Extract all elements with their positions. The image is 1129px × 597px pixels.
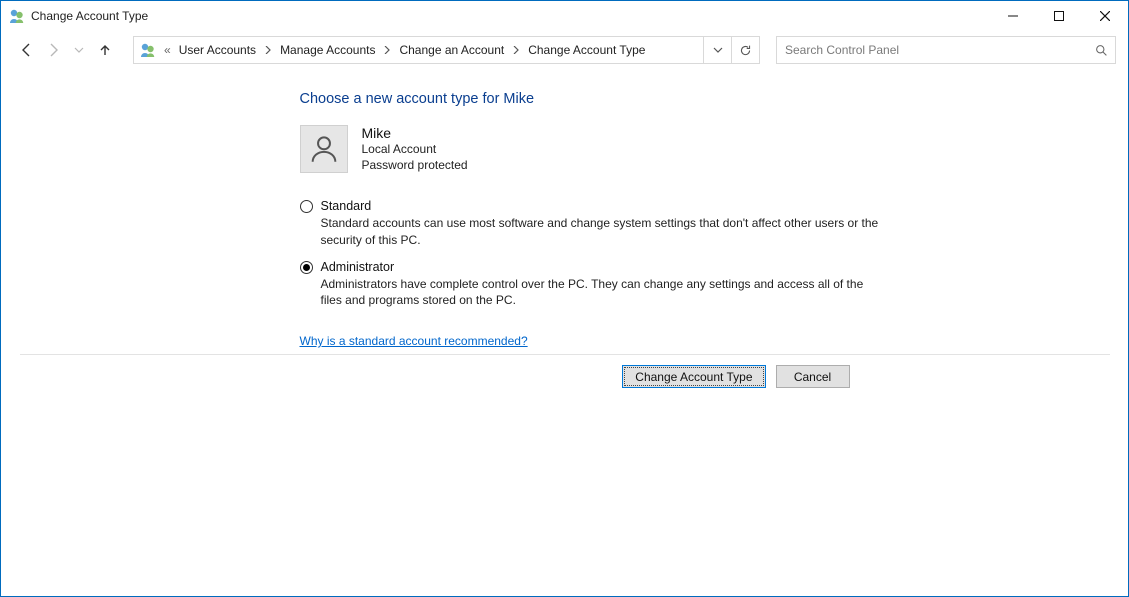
breadcrumb-overflow[interactable]: « <box>162 43 173 57</box>
account-name: Mike <box>362 125 468 141</box>
refresh-button[interactable] <box>731 37 759 63</box>
option-administrator[interactable]: Administrator Administrators have comple… <box>300 260 880 308</box>
breadcrumb-item[interactable]: Change an Account <box>393 43 510 57</box>
chevron-right-icon[interactable] <box>381 46 393 54</box>
option-desc: Standard accounts can use most software … <box>321 215 880 247</box>
address-bar[interactable]: « User Accounts Manage Accounts Change a… <box>133 36 760 64</box>
window: Change Account Type <box>0 0 1129 597</box>
action-bar: Change Account Type Cancel <box>20 354 1110 398</box>
option-title: Administrator <box>321 260 880 274</box>
change-account-type-button[interactable]: Change Account Type <box>622 365 765 388</box>
page-heading: Choose a new account type for Mike <box>20 91 1110 107</box>
search-box[interactable] <box>776 36 1116 64</box>
content-area: Choose a new account type for Mike Mike … <box>1 69 1128 596</box>
window-title: Change Account Type <box>31 9 148 23</box>
user-accounts-icon <box>140 42 156 58</box>
avatar <box>300 125 348 173</box>
chevron-right-icon[interactable] <box>510 46 522 54</box>
user-icon <box>307 132 341 166</box>
recent-locations-dropdown[interactable] <box>67 38 91 62</box>
minimize-button[interactable] <box>990 1 1036 31</box>
account-summary: Mike Local Account Password protected <box>20 125 1110 173</box>
titlebar: Change Account Type <box>1 1 1128 31</box>
help-link[interactable]: Why is a standard account recommended? <box>20 334 528 348</box>
user-accounts-icon <box>9 8 25 24</box>
address-toolbar: « User Accounts Manage Accounts Change a… <box>1 31 1128 69</box>
chevron-right-icon[interactable] <box>262 46 274 54</box>
cancel-button[interactable]: Cancel <box>776 365 850 388</box>
up-button[interactable] <box>93 38 117 62</box>
breadcrumb-item[interactable]: Manage Accounts <box>274 43 381 57</box>
maximize-button[interactable] <box>1036 1 1082 31</box>
address-history-dropdown[interactable] <box>703 37 731 63</box>
window-controls <box>990 1 1128 31</box>
option-desc: Administrators have complete control ove… <box>321 276 880 308</box>
radio-administrator[interactable] <box>300 261 313 274</box>
radio-standard[interactable] <box>300 200 313 213</box>
option-standard[interactable]: Standard Standard accounts can use most … <box>300 199 880 247</box>
account-type-options: Standard Standard accounts can use most … <box>20 199 880 308</box>
close-button[interactable] <box>1082 1 1128 31</box>
back-button[interactable] <box>15 38 39 62</box>
search-icon[interactable] <box>1087 37 1115 63</box>
option-title: Standard <box>321 199 880 213</box>
account-status-label: Password protected <box>362 157 468 173</box>
account-type-label: Local Account <box>362 141 468 157</box>
forward-button[interactable] <box>41 38 65 62</box>
breadcrumb: « User Accounts Manage Accounts Change a… <box>162 43 651 57</box>
breadcrumb-item[interactable]: User Accounts <box>173 43 262 57</box>
search-input[interactable] <box>777 43 1087 57</box>
breadcrumb-item[interactable]: Change Account Type <box>522 43 651 57</box>
